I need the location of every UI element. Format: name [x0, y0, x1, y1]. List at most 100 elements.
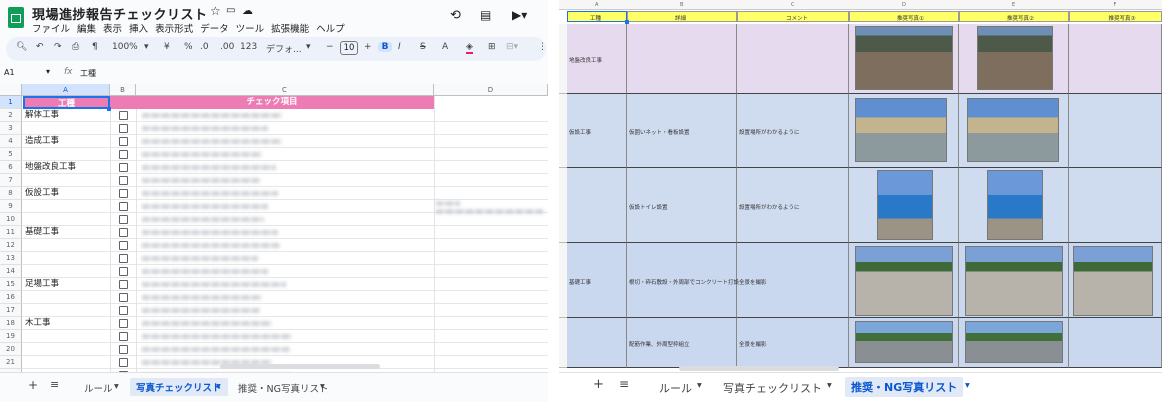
checkbox[interactable]	[119, 319, 128, 328]
search-menus-icon[interactable]: 🔍︎	[16, 42, 27, 52]
add-sheet-button[interactable]: +	[593, 377, 604, 392]
zoom-dropdown-icon[interactable]: ▾	[144, 42, 149, 52]
checkbox[interactable]	[119, 189, 128, 198]
yellow-header-cell[interactable]: 推奨写真②	[959, 11, 1069, 22]
checkbox[interactable]	[119, 202, 128, 211]
redo-icon[interactable]: ↷	[54, 42, 62, 52]
decrease-decimal-button[interactable]: .0	[200, 42, 209, 52]
font-size-increase-button[interactable]: +	[364, 42, 372, 52]
move-folder-icon[interactable]: ▭	[226, 5, 235, 16]
merge-cells-icon[interactable]: ⊟▾	[506, 42, 518, 52]
column-letter[interactable]: F	[1114, 2, 1117, 8]
bold-button[interactable]: B	[378, 42, 392, 52]
construction-photo[interactable]	[967, 98, 1059, 162]
row-header[interactable]: 10	[0, 213, 22, 226]
fill-color-icon[interactable]: ◈	[466, 42, 473, 54]
menu-data[interactable]: データ	[200, 24, 229, 35]
tab-dropdown-icon[interactable]: ▾	[216, 381, 221, 392]
table-cell[interactable]	[567, 168, 627, 243]
name-box[interactable]: A1	[4, 68, 15, 77]
all-sheets-icon[interactable]: ≡	[619, 377, 629, 391]
yellow-header-cell[interactable]: 推奨写真①	[849, 11, 959, 22]
comment-icon[interactable]: ▤	[480, 8, 491, 22]
undo-icon[interactable]: ↶	[36, 42, 44, 52]
row-header[interactable]: 12	[0, 239, 22, 252]
font-size-input[interactable]: 10	[340, 41, 358, 55]
column-letter[interactable]: A	[595, 2, 598, 8]
table-cell[interactable]	[627, 24, 737, 94]
sheet-tab-photo-checklist[interactable]: 写真チェックリスト	[723, 380, 822, 396]
increase-decimal-button[interactable]: .00	[220, 42, 234, 52]
checkbox[interactable]	[119, 280, 128, 289]
row-header[interactable]: 8	[0, 187, 22, 200]
star-icon[interactable]: ☆	[210, 4, 221, 18]
checkbox[interactable]	[119, 137, 128, 146]
construction-photo[interactable]	[965, 246, 1063, 316]
checkbox[interactable]	[119, 306, 128, 315]
checkbox[interactable]	[119, 124, 128, 133]
category-cell[interactable]: 仮設工事	[25, 188, 59, 199]
font-size-decrease-button[interactable]: −	[326, 42, 334, 52]
checkbox[interactable]	[119, 332, 128, 341]
sheet-tab-recommended-ng-photos[interactable]: 推奨・NG写真リスト	[845, 377, 964, 397]
construction-photo[interactable]	[855, 98, 947, 162]
row-header[interactable]: 13	[0, 252, 22, 265]
row-header[interactable]: 7	[0, 174, 22, 187]
checkbox[interactable]	[119, 215, 128, 224]
checkbox[interactable]	[119, 293, 128, 302]
horizontal-scrollbar[interactable]	[679, 366, 839, 371]
row-header[interactable]: 11	[0, 226, 22, 239]
tab-dropdown-icon[interactable]: ▾	[827, 380, 832, 391]
column-letter[interactable]: B	[680, 2, 683, 8]
column-letter[interactable]: D	[902, 2, 906, 8]
checkbox[interactable]	[119, 345, 128, 354]
tab-dropdown-icon[interactable]: ▾	[114, 381, 119, 392]
horizontal-scrollbar[interactable]	[220, 364, 380, 369]
zoom-select[interactable]: 100%	[112, 42, 138, 52]
menu-file[interactable]: ファイル	[32, 24, 70, 35]
yellow-header-cell[interactable]: 詳細	[627, 11, 737, 22]
column-header-c[interactable]: C	[136, 84, 434, 96]
checkbox[interactable]	[119, 241, 128, 250]
percent-format-button[interactable]: %	[184, 42, 193, 52]
row-header[interactable]: 3	[0, 122, 22, 135]
menu-help[interactable]: ヘルプ	[316, 24, 345, 35]
add-sheet-button[interactable]: +	[28, 378, 38, 392]
cell-selection-handle[interactable]	[107, 107, 111, 111]
table-cell[interactable]	[1069, 168, 1162, 243]
row-header[interactable]: 20	[0, 343, 22, 356]
cloud-status-icon[interactable]: ☁	[242, 4, 253, 17]
row-header[interactable]: 16	[0, 291, 22, 304]
sheet-tab-photo-checklist[interactable]: 写真チェックリスト	[130, 378, 228, 396]
meet-icon[interactable]: ▶▾	[512, 8, 527, 22]
menu-view[interactable]: 表示	[103, 24, 122, 35]
selection-handle[interactable]	[625, 20, 629, 24]
italic-button[interactable]: I	[398, 42, 401, 52]
name-box-dropdown-icon[interactable]: ▾	[46, 67, 50, 76]
construction-photo[interactable]	[965, 321, 1063, 363]
sheets-logo-icon[interactable]	[8, 7, 24, 28]
print-icon[interactable]: ⎙	[72, 42, 79, 52]
row-header[interactable]: 2	[0, 109, 22, 122]
checkbox[interactable]	[119, 111, 128, 120]
history-icon[interactable]: ⟲	[450, 8, 461, 23]
menu-extensions[interactable]: 拡張機能	[271, 24, 309, 35]
text-color-button[interactable]: A	[442, 42, 448, 52]
sheet-tab-rules[interactable]: ルール	[84, 381, 113, 395]
checkbox[interactable]	[119, 254, 128, 263]
construction-photo[interactable]	[877, 170, 933, 240]
construction-photo[interactable]	[855, 26, 953, 90]
row-header[interactable]: 4	[0, 135, 22, 148]
construction-photo[interactable]	[855, 321, 953, 363]
row-header[interactable]: 9	[0, 200, 22, 213]
strikethrough-icon[interactable]: S	[420, 42, 426, 52]
construction-photo[interactable]	[977, 26, 1053, 90]
font-select[interactable]: デフォ...	[266, 42, 302, 55]
table-cell[interactable]	[567, 318, 627, 368]
category-cell[interactable]: 基礎工事	[25, 227, 59, 238]
menu-format[interactable]: 表示形式	[155, 24, 193, 35]
checkbox[interactable]	[119, 267, 128, 276]
category-cell[interactable]: 造成工事	[25, 136, 59, 147]
menu-tools[interactable]: ツール	[236, 24, 265, 35]
table-cell[interactable]	[1069, 24, 1162, 94]
